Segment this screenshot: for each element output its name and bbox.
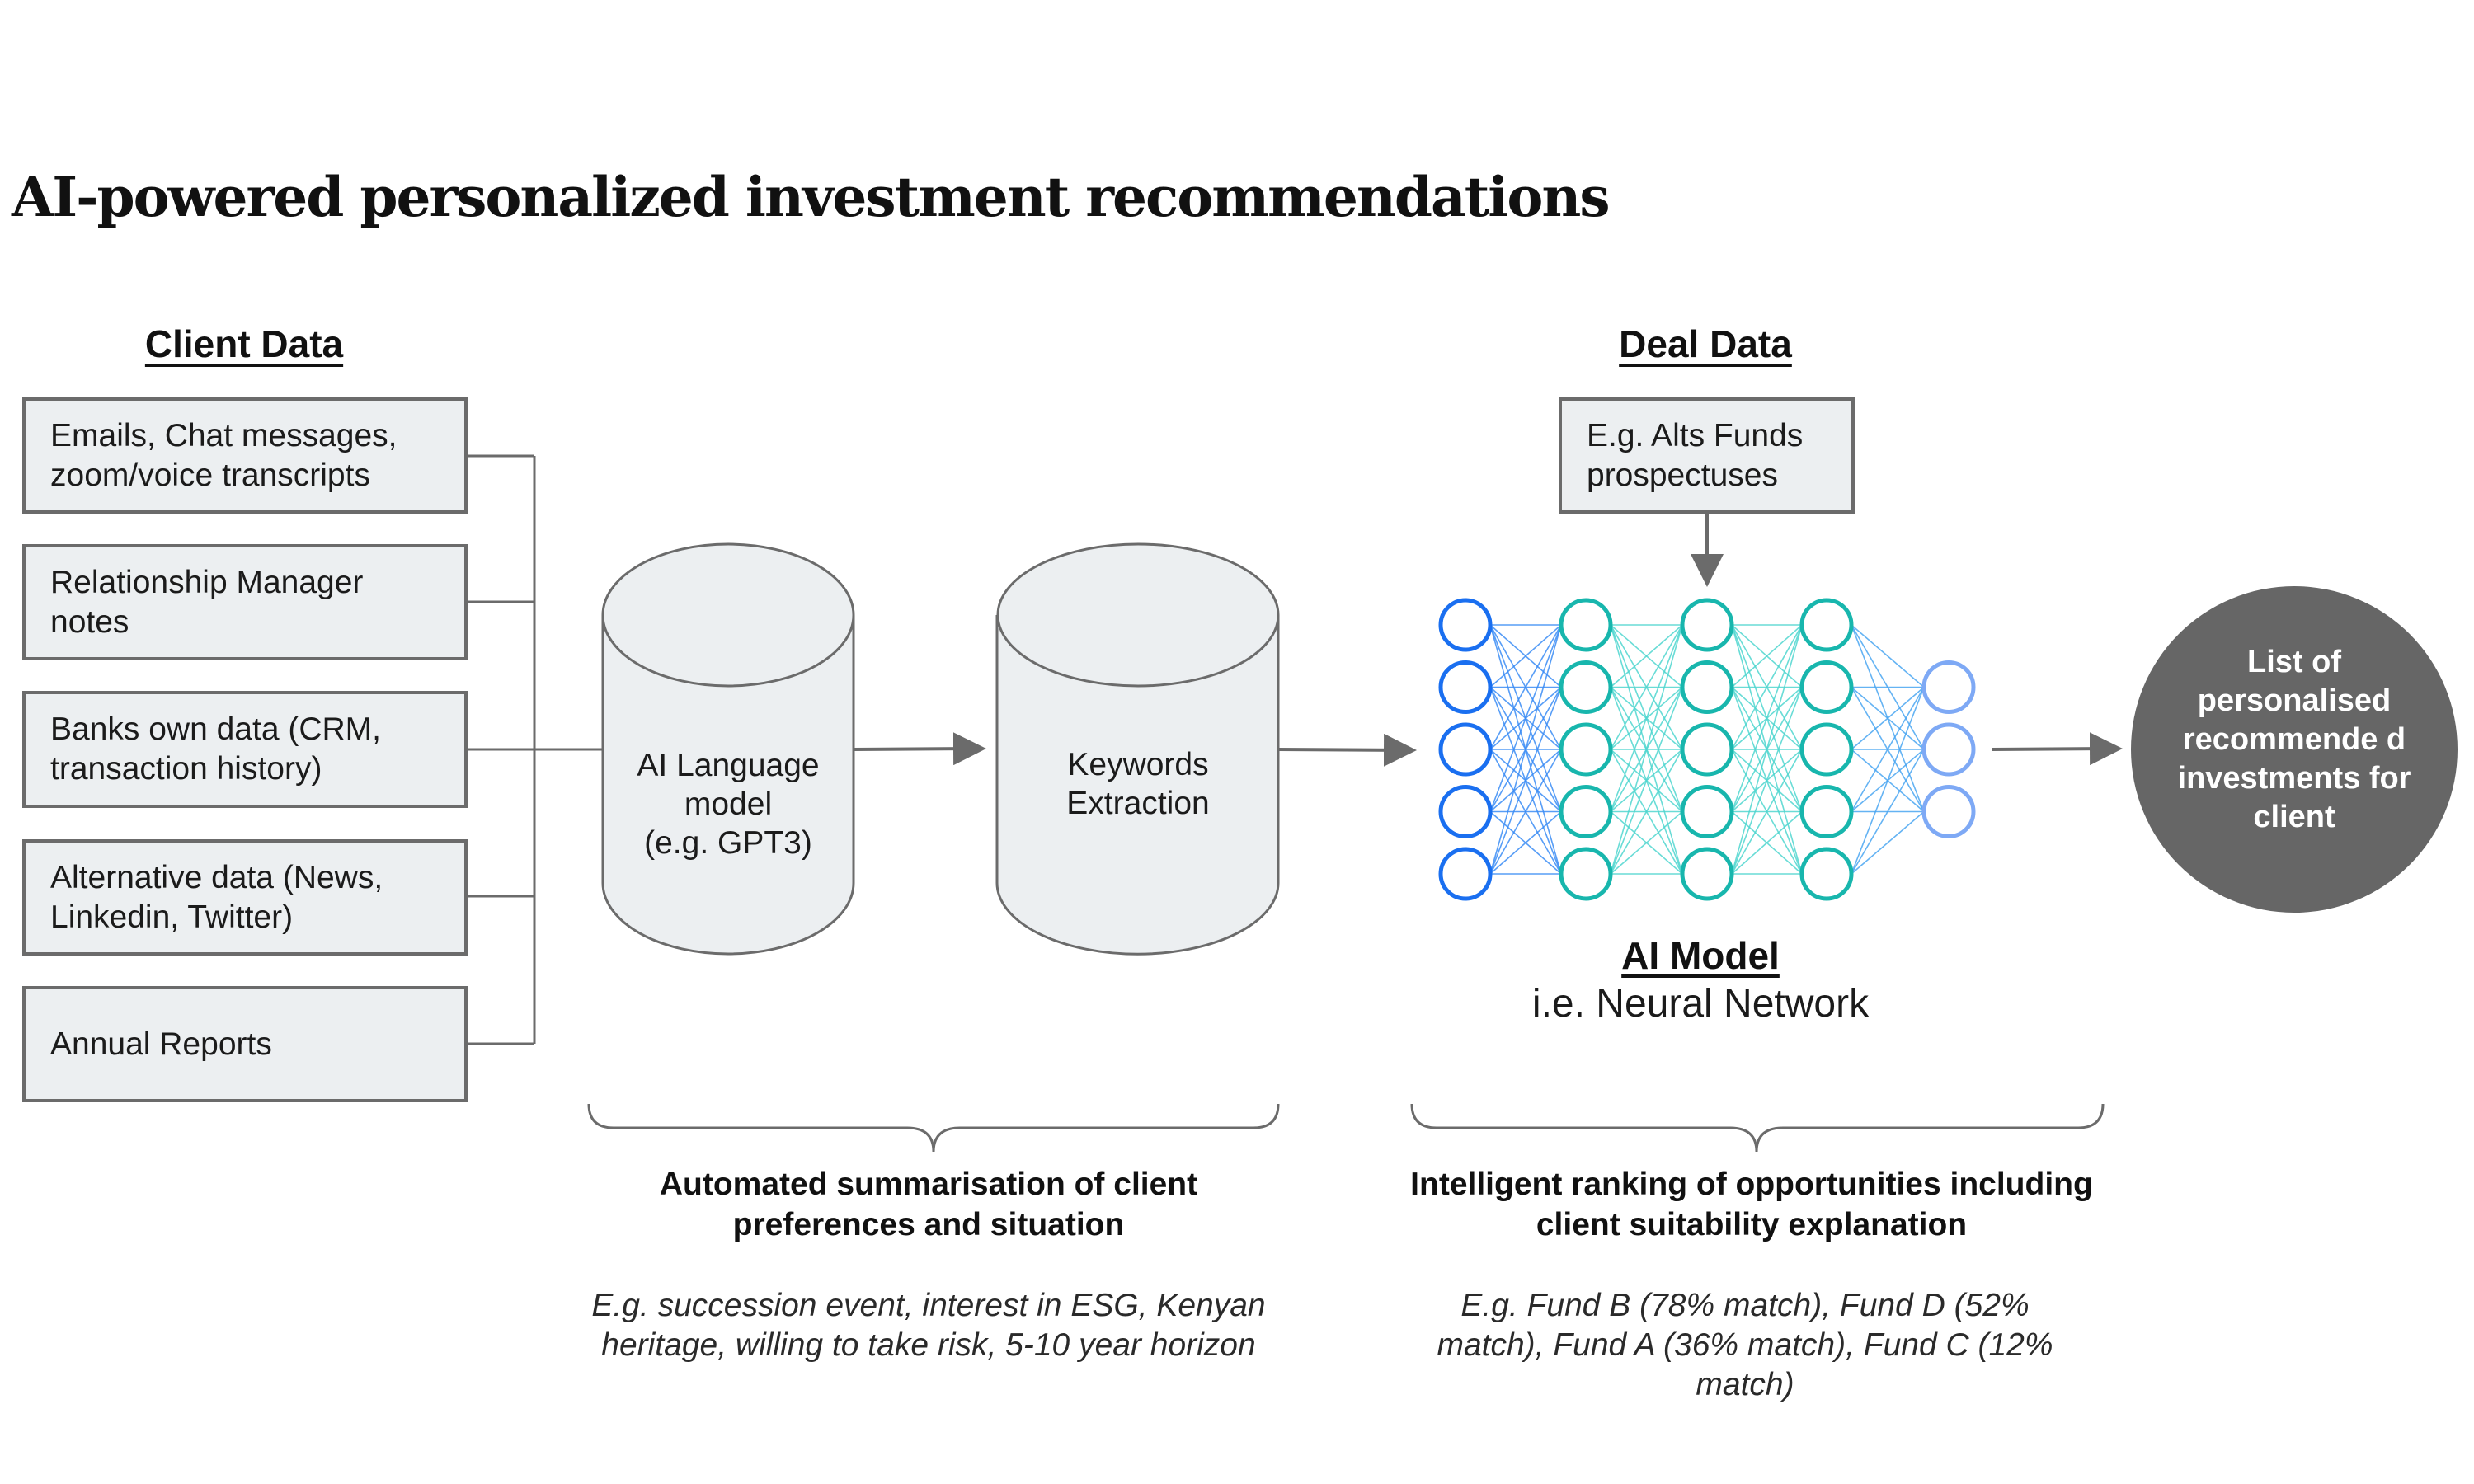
source-box-bank-data: Banks own data (CRM, transaction history… bbox=[22, 691, 468, 808]
client-data-heading: Client Data bbox=[144, 322, 344, 365]
source-label: Emails, Chat messages, zoom/voice transc… bbox=[50, 417, 397, 493]
nn-hidden-node bbox=[1559, 598, 1613, 652]
source-label: Relationship Manager notes bbox=[50, 564, 364, 640]
nn-edge bbox=[1851, 687, 1925, 875]
brace-left bbox=[587, 1103, 1280, 1153]
summary-right-heading: Intelligent ranking of opportunities inc… bbox=[1410, 1167, 2093, 1242]
source-label: Annual Reports bbox=[50, 1026, 272, 1062]
nn-output-node bbox=[1921, 785, 1976, 838]
nn-hidden-node bbox=[1559, 660, 1613, 714]
result-label: List of personalised recommende d invest… bbox=[2177, 645, 2411, 834]
nn-hidden-node bbox=[1680, 660, 1734, 714]
deal-data-label: E.g. Alts Funds prospectuses bbox=[1587, 417, 1804, 493]
language-model-line2: model bbox=[684, 787, 773, 822]
source-box-rm-notes: Relationship Manager notes bbox=[22, 544, 468, 660]
summary-left-example: E.g. succession event, interest in ESG, … bbox=[591, 1288, 1266, 1363]
language-model-line3: (e.g. GPT3) bbox=[644, 825, 812, 861]
nn-input-node bbox=[1438, 785, 1493, 838]
deal-data-box: E.g. Alts Funds prospectuses bbox=[1559, 397, 1855, 514]
summary-right-example: E.g. Fund B (78% match), Fund D (52% mat… bbox=[1437, 1288, 2053, 1402]
source-box-communications: Emails, Chat messages, zoom/voice transc… bbox=[22, 397, 468, 514]
nn-hidden-node bbox=[1559, 847, 1613, 901]
client-data-connectors bbox=[467, 454, 603, 1045]
keywords-line1: Keywords bbox=[1067, 747, 1209, 782]
nn-hidden-node bbox=[1680, 598, 1734, 652]
nn-input-node bbox=[1438, 722, 1493, 777]
summary-left-heading: Automated summarisation of client prefer… bbox=[659, 1167, 1198, 1242]
deal-data-heading: Deal Data bbox=[1619, 322, 1792, 365]
nn-hidden-node bbox=[1559, 785, 1613, 838]
language-model-line1: AI Language bbox=[637, 748, 820, 783]
nn-output-node bbox=[1921, 722, 1976, 777]
nn-input-node bbox=[1438, 847, 1493, 901]
nn-hidden-node bbox=[1799, 847, 1854, 901]
source-label: Banks own data (CRM, transaction history… bbox=[50, 711, 381, 787]
nn-hidden-node bbox=[1799, 598, 1854, 652]
language-model-label: AI Language model (e.g. GPT3) bbox=[637, 746, 819, 862]
nn-hidden-node bbox=[1680, 722, 1734, 777]
keywords-line2: Extraction bbox=[1066, 786, 1210, 821]
nn-input-node bbox=[1438, 660, 1493, 714]
nn-hidden-node bbox=[1799, 785, 1854, 838]
nn-hidden-node bbox=[1680, 847, 1734, 901]
ai-model-subtitle: i.e. Neural Network bbox=[1531, 982, 1870, 1026]
brace-right bbox=[1410, 1103, 2105, 1153]
nn-output-node bbox=[1921, 660, 1976, 714]
nn-hidden-node bbox=[1559, 722, 1613, 777]
nn-hidden-node bbox=[1680, 785, 1734, 838]
keywords-extraction-label: Keywords Extraction bbox=[1066, 745, 1209, 823]
nn-edge bbox=[1851, 624, 1925, 688]
source-label: Alternative data (News, Linkedin, Twitte… bbox=[50, 859, 383, 935]
nn-hidden-node bbox=[1799, 660, 1854, 714]
ai-model-title: AI Model bbox=[1621, 934, 1780, 977]
source-box-annual-reports: Annual Reports bbox=[22, 986, 468, 1102]
arrow-keywords-to-model bbox=[1277, 733, 1417, 767]
nn-input-node bbox=[1438, 598, 1493, 652]
nn-hidden-node bbox=[1799, 722, 1854, 777]
source-box-alternative-data: Alternative data (News, Linkedin, Twitte… bbox=[22, 839, 468, 956]
nn-edge bbox=[1851, 810, 1925, 875]
